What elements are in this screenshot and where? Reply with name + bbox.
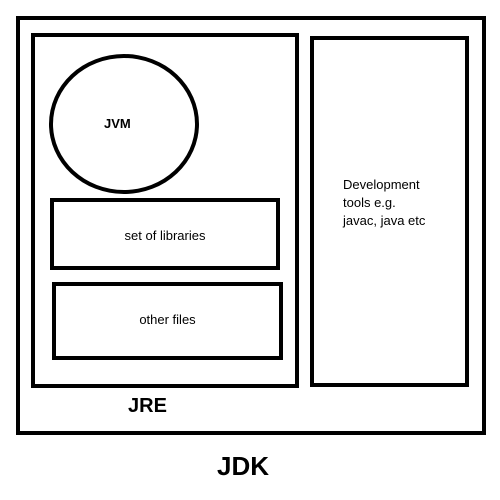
development-tools-line: tools e.g. [343,195,396,210]
development-tools-line: javac, java etc [343,213,426,228]
development-tools-label: Development tools e.g. javac, java etc [343,176,463,230]
jdk-label: JDK [217,451,270,481]
jre-label: JRE [128,395,167,417]
development-tools-line: Development [343,177,420,192]
jvm-label: JVM [104,116,131,131]
libraries-label: set of libraries [124,228,206,243]
jdk-diagram: JVM set of libraries other files Develop… [0,0,500,500]
other-files-label: other files [139,312,196,327]
